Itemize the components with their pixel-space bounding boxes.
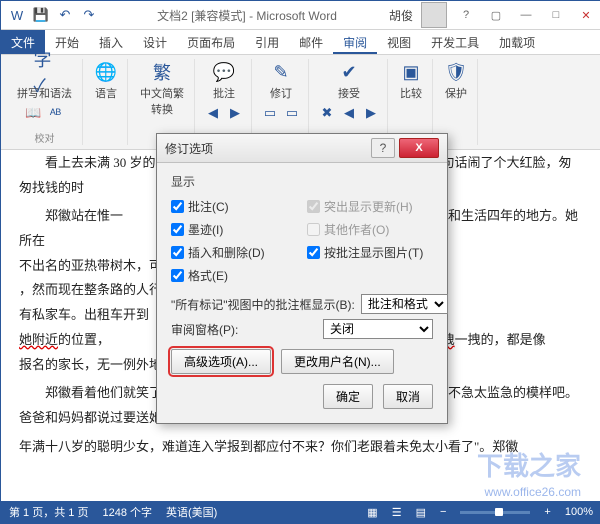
watermark-url: www.office26.com <box>485 485 582 499</box>
protect-button[interactable]: 🛡保护 <box>441 59 471 103</box>
tab-dev[interactable]: 开发工具 <box>421 30 489 54</box>
tab-layout[interactable]: 页面布局 <box>177 30 245 54</box>
redo-icon[interactable]: ↷ <box>79 5 99 25</box>
title-bar: W 💾 ↶ ↷ 文档2 [兼容模式] - Microsoft Word 胡俊 ?… <box>1 1 600 30</box>
zoom-slider[interactable] <box>460 511 530 514</box>
view-print-icon[interactable]: ☰ <box>392 506 402 519</box>
tab-mail[interactable]: 邮件 <box>289 30 333 54</box>
checkbox-insdel[interactable]: 插入和删除(D) <box>171 244 297 261</box>
window-title: 文档2 [兼容模式] - Microsoft Word <box>105 7 389 24</box>
ribbon-collapse-icon[interactable]: ▢ <box>481 1 511 29</box>
compare-button[interactable]: ▣比较 <box>396 59 426 103</box>
tab-insert[interactable]: 插入 <box>89 30 133 54</box>
review-pane-select[interactable]: 关闭 <box>323 319 433 339</box>
checkbox-comment[interactable]: 批注(C) <box>171 198 297 215</box>
checkbox-balloon[interactable]: 按批注显示图片(T) <box>307 244 433 261</box>
zoom-in-icon[interactable]: + <box>544 506 550 518</box>
tab-addin[interactable]: 加载项 <box>489 30 545 54</box>
simp-trad-button[interactable]: 繁中文简繁 转换 <box>136 59 188 119</box>
spell-icon: 字✓ <box>34 61 56 83</box>
dialog-close-icon[interactable]: X <box>399 138 439 158</box>
close-icon[interactable]: ✕ <box>571 1 600 29</box>
ribbon-tabs: 文件 开始 插入 设计 页面布局 引用 邮件 审阅 视图 开发工具 加载项 <box>1 30 600 55</box>
checkbox-highlight: 突出显示更新(H) <box>307 198 433 215</box>
advanced-options-button[interactable]: 高级选项(A)... <box>171 349 271 374</box>
checkbox-ink[interactable]: 墨迹(I) <box>171 221 297 238</box>
section-display: 显示 <box>171 173 433 190</box>
tab-review[interactable]: 审阅 <box>333 30 377 54</box>
ok-button[interactable]: 确定 <box>323 384 373 409</box>
prev-change-icon[interactable]: ◀ <box>339 103 359 123</box>
save-icon[interactable]: 💾 <box>31 5 51 25</box>
pencil-icon: ✎ <box>270 61 292 83</box>
display-markup-icon[interactable]: ▭ <box>260 103 280 123</box>
checkbox-others: 其他作者(O) <box>307 221 433 238</box>
review-pane-icon[interactable]: ▭ <box>282 103 302 123</box>
compare-icon: ▣ <box>400 61 422 83</box>
language-button[interactable]: 🌐语言 <box>91 59 121 103</box>
review-pane-label: 审阅窗格(P): <box>171 321 238 338</box>
balloon-display-label: "所有标记"视图中的批注框显示(B): <box>171 296 355 313</box>
minimize-icon[interactable]: — <box>511 1 541 29</box>
tab-design[interactable]: 设计 <box>133 30 177 54</box>
spell-check-button[interactable]: 字✓拼写和语法 <box>13 59 76 103</box>
next-change-icon[interactable]: ▶ <box>361 103 381 123</box>
comment-button[interactable]: 💬批注 <box>209 59 239 103</box>
cancel-button[interactable]: 取消 <box>383 384 433 409</box>
dialog-titlebar[interactable]: 修订选项 ? X <box>157 134 447 163</box>
comment-icon: 💬 <box>213 61 235 83</box>
status-page[interactable]: 第 1 页，共 1 页 <box>9 504 88 520</box>
status-lang[interactable]: 英语(美国) <box>166 504 217 520</box>
zoom-out-icon[interactable]: − <box>440 506 446 518</box>
watermark-text: 下载之家 <box>477 446 581 483</box>
revise-button[interactable]: ✎修订 <box>266 59 296 103</box>
status-bar: 第 1 页，共 1 页 1248 个字 英语(美国) ▦ ☰ ▤ − + 100… <box>1 501 600 523</box>
thesaurus-icon[interactable]: 📖 <box>24 103 44 123</box>
reject-icon[interactable]: ✖ <box>317 103 337 123</box>
next-comment-icon[interactable]: ▶ <box>225 103 245 123</box>
change-username-button[interactable]: 更改用户名(N)... <box>281 349 394 374</box>
globe-icon: 🌐 <box>95 61 117 83</box>
tab-view[interactable]: 视图 <box>377 30 421 54</box>
wavy-underline: 她附近 <box>19 332 58 347</box>
accept-icon: ✔ <box>338 61 360 83</box>
wordcount-icon[interactable]: ᴬᴮ <box>46 103 66 123</box>
convert-icon: 繁 <box>151 61 173 83</box>
prev-comment-icon[interactable]: ◀ <box>203 103 223 123</box>
accept-button[interactable]: ✔接受 <box>334 59 364 103</box>
maximize-icon[interactable]: □ <box>541 1 571 29</box>
zoom-value[interactable]: 100% <box>565 506 593 518</box>
balloon-display-select[interactable]: 批注和格式 <box>361 294 448 314</box>
revision-options-dialog: 修订选项 ? X 显示 批注(C) 突出显示更新(H) 墨迹(I) 其他作者(O… <box>156 133 448 424</box>
shield-icon: 🛡 <box>445 61 467 83</box>
quick-access-toolbar: W 💾 ↶ ↷ <box>1 5 105 25</box>
dialog-help-icon[interactable]: ? <box>371 138 395 158</box>
user-name: 胡俊 <box>389 7 413 24</box>
checkbox-format[interactable]: 格式(E) <box>171 267 297 284</box>
tab-ref[interactable]: 引用 <box>245 30 289 54</box>
undo-icon[interactable]: ↶ <box>55 5 75 25</box>
help-icon[interactable]: ? <box>451 1 481 29</box>
user-avatar[interactable] <box>421 2 447 28</box>
view-read-icon[interactable]: ▦ <box>367 506 377 519</box>
word-icon: W <box>7 5 27 25</box>
dialog-title: 修订选项 <box>165 140 371 157</box>
view-web-icon[interactable]: ▤ <box>416 506 426 519</box>
status-words[interactable]: 1248 个字 <box>102 504 152 520</box>
